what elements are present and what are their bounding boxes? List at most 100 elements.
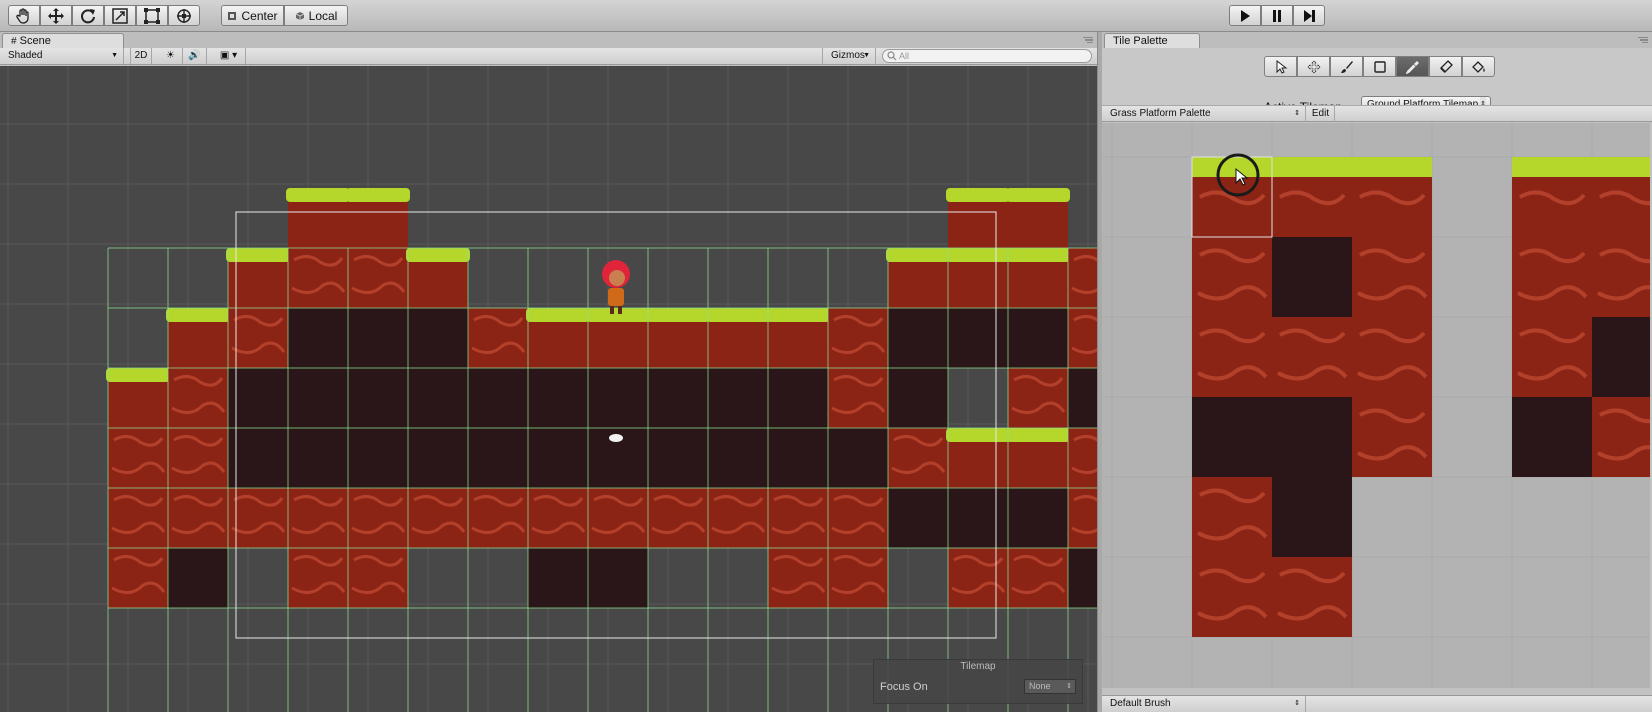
2d-mode-toggle[interactable]: 2D: [130, 48, 152, 64]
palette-tile: [1192, 557, 1272, 637]
scene-tabbar: # Scene: [0, 32, 1097, 48]
search-icon: [887, 51, 897, 61]
scene-grass-top: [706, 308, 770, 322]
hand-tool-button[interactable]: [8, 5, 40, 26]
transform-icon: [177, 8, 191, 23]
brush-bar: Default Brush ⇕: [1102, 695, 1652, 712]
scene-canvas[interactable]: [0, 66, 1097, 712]
step-icon: [1304, 9, 1315, 22]
scene-grass-top: [526, 308, 590, 322]
rect-tool-button[interactable]: [136, 5, 168, 26]
shading-mode-dropdown[interactable]: Shaded ▼: [0, 48, 124, 64]
pivot-icon: [228, 11, 237, 20]
tab-menu-icon[interactable]: [1083, 37, 1093, 43]
palette-canvas[interactable]: [1102, 123, 1650, 688]
hand-icon: [16, 7, 29, 24]
palette-tile: [1512, 397, 1592, 477]
scene-tile: [528, 548, 588, 608]
scene-tile: [708, 368, 768, 428]
tab-menu-icon[interactable]: [1638, 37, 1648, 43]
palette-tile: [1272, 237, 1352, 317]
scene-tile: [888, 308, 948, 368]
box-fill-icon: [1373, 60, 1386, 73]
scene-tile: [408, 368, 468, 428]
scene-tile: [888, 488, 948, 548]
palette-tile: [1352, 397, 1432, 477]
scene-tile: [288, 368, 348, 428]
scene-viewport[interactable]: Tilemap Focus On None ⇕: [0, 66, 1097, 712]
scene-grass-top: [646, 308, 710, 322]
transform-tool-button[interactable]: [168, 5, 200, 26]
scene-tile: [588, 368, 648, 428]
scene-tile: [1068, 368, 1097, 428]
pause-button[interactable]: [1261, 5, 1293, 26]
player-character-sprite: [602, 260, 630, 314]
scene-tile: [288, 428, 348, 488]
scene-grass-top: [766, 308, 830, 322]
gizmos-dropdown[interactable]: Gizmos ▼: [822, 48, 876, 64]
scene-grass-top: [166, 308, 230, 322]
scene-search-input[interactable]: All: [882, 49, 1092, 63]
scene-tile: [468, 368, 528, 428]
palette-tile: [1192, 317, 1272, 397]
palette-grass-top: [1192, 157, 1272, 177]
scene-tile: [348, 368, 408, 428]
picker-tool-button[interactable]: [1396, 56, 1429, 77]
scene-grass-top: [886, 248, 950, 262]
scene-tile: [648, 368, 708, 428]
tab-scene[interactable]: # Scene: [2, 33, 124, 48]
palette-grass-top: [1272, 157, 1352, 177]
grid-icon: #: [11, 36, 17, 47]
focus-on-dropdown[interactable]: None ⇕: [1024, 679, 1076, 694]
move-icon: [48, 7, 64, 24]
scene-tile: [228, 428, 288, 488]
eraser-tool-button[interactable]: [1429, 56, 1462, 77]
scene-tile: [948, 488, 1008, 548]
palette-grass-top: [1352, 157, 1432, 177]
palette-tile: [1192, 397, 1272, 477]
scale-tool-button[interactable]: [104, 5, 136, 26]
palette-tile: [1352, 317, 1432, 397]
palette-grid-view[interactable]: [1102, 123, 1650, 688]
play-button[interactable]: [1229, 5, 1261, 26]
scene-tile: [288, 308, 348, 368]
brush-dropdown[interactable]: Default Brush ⇕: [1102, 696, 1306, 712]
box-fill-tool-button[interactable]: [1363, 56, 1396, 77]
scene-audio-toggle[interactable]: 🔊: [183, 48, 207, 64]
palette-tile: [1272, 397, 1352, 477]
scene-lighting-toggle[interactable]: ☀: [159, 48, 183, 64]
select-tool-button[interactable]: [1264, 56, 1297, 77]
scene-tile: [528, 368, 588, 428]
pivot-center-button[interactable]: Center: [221, 5, 284, 26]
scene-tile: [648, 428, 708, 488]
scene-effects-dropdown[interactable]: ▣ ▾: [212, 48, 246, 64]
palette-grass-top: [1512, 157, 1592, 177]
move-tool-button[interactable]: [1297, 56, 1330, 77]
tab-tile-palette[interactable]: Tile Palette: [1104, 33, 1200, 48]
rotate-tool-button[interactable]: [72, 5, 104, 26]
palette-tabbar: Tile Palette: [1102, 32, 1652, 48]
rotate-icon: [81, 8, 95, 23]
scene-control-bar: Shaded ▼ 2D ☀ 🔊 ▣ ▾ Gizmos ▼ All: [0, 48, 1097, 65]
scene-tile: [228, 368, 288, 428]
eraser-icon: [1439, 59, 1453, 73]
speaker-icon: 🔊: [188, 50, 201, 61]
scene-tile: [348, 308, 408, 368]
fill-tool-button[interactable]: [1462, 56, 1495, 77]
paint-brush-icon: [1340, 60, 1353, 73]
scene-tile: [468, 428, 528, 488]
tile-palette-panel: Tile Palette Act: [1102, 32, 1652, 712]
pause-icon: [1273, 9, 1281, 22]
palette-selector-bar: Grass Platform Palette ⇕ Edit: [1102, 105, 1652, 122]
space-local-button[interactable]: Local: [284, 5, 348, 26]
scene-grass-top: [406, 248, 470, 262]
scene-tile: [528, 428, 588, 488]
palette-tile: [1512, 237, 1592, 317]
paint-tool-button[interactable]: [1330, 56, 1363, 77]
scene-grass-top: [946, 428, 1010, 442]
palette-dropdown[interactable]: Grass Platform Palette ⇕: [1102, 106, 1306, 122]
scene-tile: [828, 428, 888, 488]
move-tool-button[interactable]: [40, 5, 72, 26]
step-button[interactable]: [1293, 5, 1325, 26]
palette-edit-button[interactable]: Edit: [1307, 106, 1335, 122]
